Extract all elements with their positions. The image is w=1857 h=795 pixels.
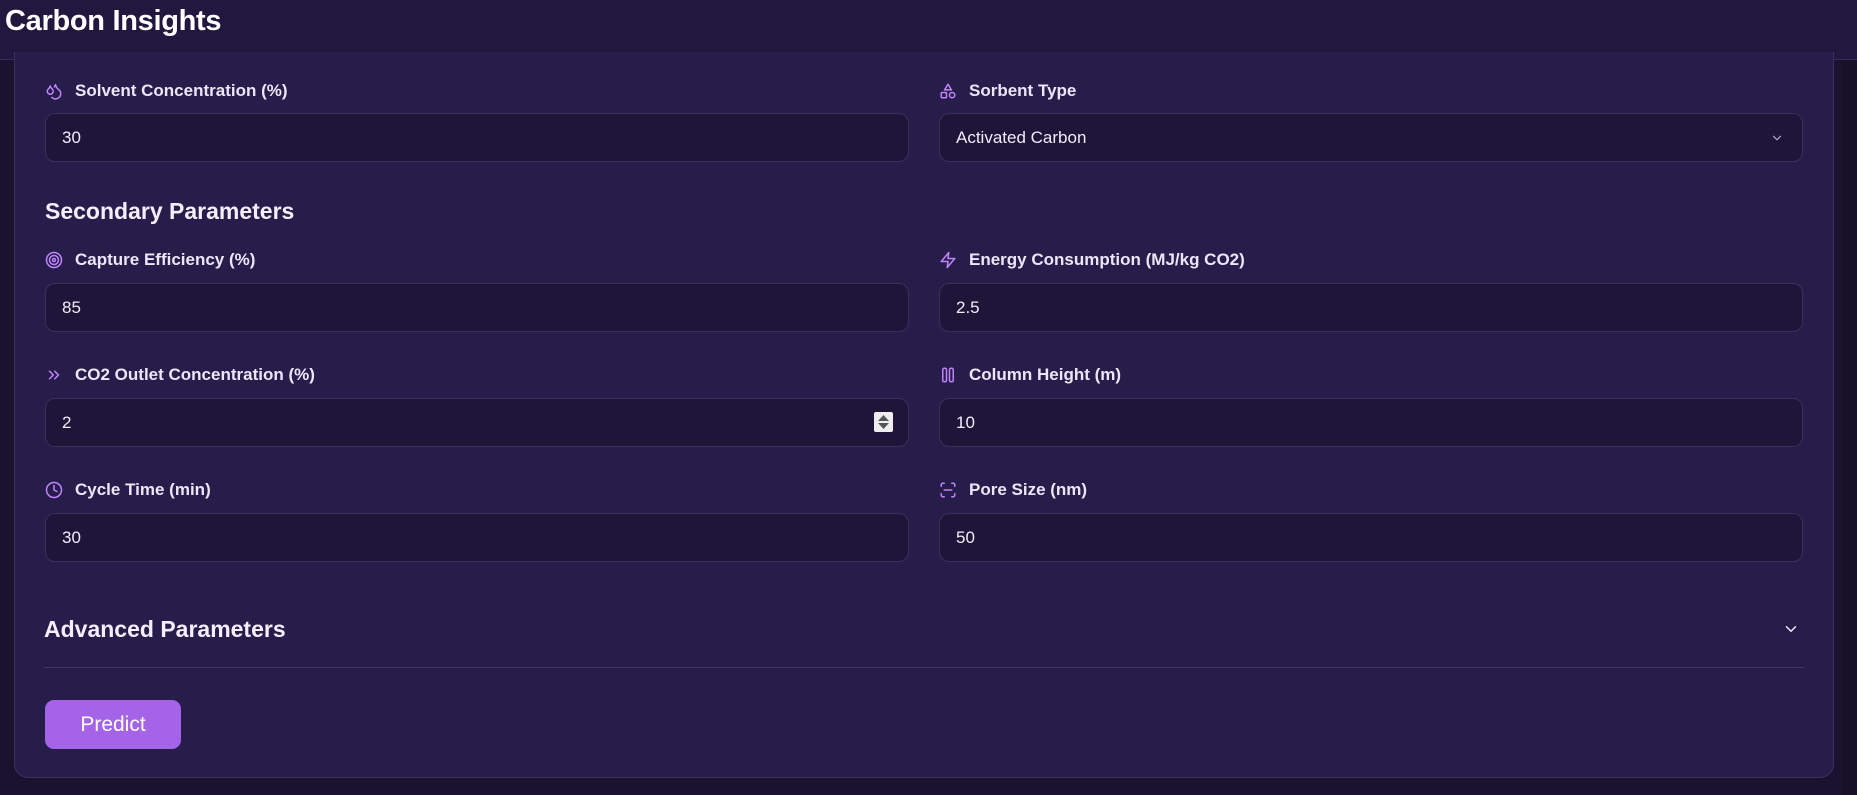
columns-icon [939,366,957,384]
energy-consumption-field[interactable] [956,297,1786,318]
number-stepper[interactable] [874,412,893,432]
chevron-down-icon [1782,620,1800,638]
cycle-time-field[interactable] [62,527,892,548]
solvent-concentration-label: Solvent Concentration (%) [45,79,288,103]
advanced-parameters-toggle[interactable]: Advanced Parameters [44,608,1804,668]
column-height-field[interactable] [956,412,1786,433]
cycle-time-label-text: Cycle Time (min) [75,480,211,499]
co2-outlet-concentration-input[interactable] [45,398,909,447]
solvent-concentration-field[interactable] [62,127,892,148]
cycle-time-label: Cycle Time (min) [45,478,211,502]
pore-size-label-text: Pore Size (nm) [969,480,1088,499]
energy-consumption-label: Energy Consumption (MJ/kg CO2) [939,248,1245,272]
pore-size-field[interactable] [956,527,1786,548]
pore-size-input[interactable] [939,513,1803,562]
pore-size-label: Pore Size (nm) [939,478,1087,502]
cycle-time-input[interactable] [45,513,909,562]
droplets-icon [45,82,63,100]
clock-icon [45,481,63,499]
capture-efficiency-field[interactable] [62,297,892,318]
co2-outlet-concentration-label: CO2 Outlet Concentration (%) [45,363,315,387]
chevron-down-icon [1770,130,1784,144]
sorbent-type-selected-value: Activated Carbon [956,127,1087,147]
solvent-concentration-input[interactable] [45,113,909,162]
co2-outlet-concentration-field[interactable] [62,412,892,433]
advanced-parameters-heading: Advanced Parameters [44,616,286,642]
secondary-parameters-heading: Secondary Parameters [45,198,295,224]
capture-efficiency-label: Capture Efficiency (%) [45,248,255,272]
predict-button[interactable]: Predict [45,700,181,749]
target-icon [45,251,63,269]
top-navbar: Carbon Insights [0,0,1857,60]
column-height-input[interactable] [939,398,1803,447]
solvent-concentration-label-text: Solvent Concentration (%) [75,81,288,100]
column-height-label-text: Column Height (m) [969,365,1122,384]
sorbent-type-label: Sorbent Type [939,79,1076,103]
capture-efficiency-input[interactable] [45,283,909,332]
sorbent-type-select[interactable]: Activated Carbon [939,113,1803,162]
app-title: Carbon Insights [5,5,222,37]
column-height-label: Column Height (m) [939,363,1121,387]
energy-consumption-input[interactable] [939,283,1803,332]
shapes-icon [939,82,957,100]
energy-consumption-label-text: Energy Consumption (MJ/kg CO2) [969,250,1245,269]
capture-efficiency-label-text: Capture Efficiency (%) [75,250,256,269]
page-scrollbar[interactable] [1841,0,1857,795]
co2-outlet-concentration-label-text: CO2 Outlet Concentration (%) [75,365,315,384]
zap-icon [939,251,957,269]
chevrons-right-icon [45,366,63,384]
sorbent-type-label-text: Sorbent Type [969,81,1077,100]
scan-icon [939,481,957,499]
